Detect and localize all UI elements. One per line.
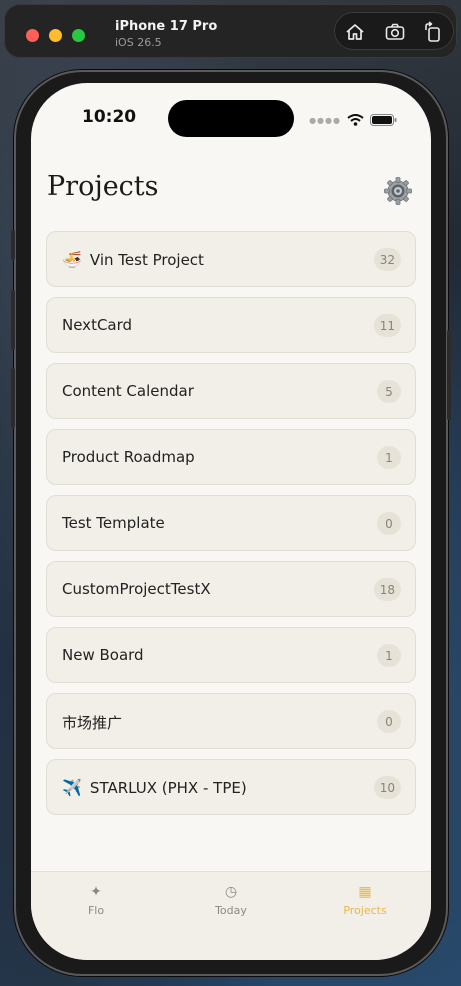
close-window-button[interactable] xyxy=(26,29,39,42)
task-count-badge: 5 xyxy=(377,380,401,403)
task-count-badge: 18 xyxy=(373,578,401,601)
page-title: Projects xyxy=(47,171,159,202)
phone-frame: 10:20 ●●●● Projects 🍜 Vin Test Project 3… xyxy=(11,70,451,976)
screenshot-icon[interactable] xyxy=(384,21,406,43)
project-name: STARLUX (PHX - TPE) xyxy=(89,778,247,797)
power-button xyxy=(447,330,451,420)
project-title: ✈️ STARLUX (PHX - TPE) xyxy=(62,778,247,797)
task-count-badge: 0 xyxy=(377,710,401,733)
tab-label: Flo xyxy=(87,904,105,917)
task-count-badge: 10 xyxy=(373,776,401,799)
gear-icon[interactable] xyxy=(383,176,413,206)
project-name: Product Roadmap xyxy=(62,448,195,466)
project-title: Product Roadmap xyxy=(62,448,195,466)
tab-label: Today xyxy=(215,904,247,917)
task-count-badge: 1 xyxy=(377,446,401,469)
clock-icon: ◷ xyxy=(224,884,238,900)
dynamic-island xyxy=(168,100,294,137)
battery-icon xyxy=(370,111,397,130)
project-title: 🍜 Vin Test Project xyxy=(62,250,204,269)
project-title: Content Calendar xyxy=(62,382,194,400)
project-name: Test Template xyxy=(62,514,165,532)
project-card[interactable]: Content Calendar 5 xyxy=(46,363,416,419)
project-title: New Board xyxy=(62,646,144,664)
tab-label: Projects xyxy=(343,904,387,917)
task-count-badge: 0 xyxy=(377,512,401,535)
tab-bar: ✦ Flo ◷ Today ▦ Projects xyxy=(31,871,431,960)
tab-projects[interactable]: ▦ Projects xyxy=(305,882,425,917)
task-count-badge: 32 xyxy=(373,248,401,271)
signal-icon: ●●●● xyxy=(309,116,341,125)
home-icon[interactable] xyxy=(344,21,366,43)
minimize-window-button[interactable] xyxy=(49,29,62,42)
project-name: 市场推广 xyxy=(62,714,123,732)
sparkle-icon: ✦ xyxy=(90,884,102,900)
project-list: 🍜 Vin Test Project 32 NextCard 11 Conten… xyxy=(46,231,416,825)
simulator-tools xyxy=(334,12,454,50)
task-count-badge: 1 xyxy=(377,644,401,667)
simulator-toolbar: iPhone 17 Pro iOS 26.5 xyxy=(4,4,457,58)
project-emoji: ✈️ xyxy=(62,778,82,797)
project-title: 市场推广 xyxy=(62,712,122,733)
grid-icon: ▦ xyxy=(358,884,372,900)
project-name: Content Calendar xyxy=(62,382,194,400)
project-title: Test Template xyxy=(62,514,165,532)
device-name: iPhone 17 Pro xyxy=(115,19,218,34)
project-name: New Board xyxy=(62,646,144,664)
os-version: iOS 26.5 xyxy=(115,36,162,49)
task-count-badge: 11 xyxy=(373,314,401,337)
project-card[interactable]: ✈️ STARLUX (PHX - TPE) 10 xyxy=(46,759,416,815)
project-card[interactable]: 🍜 Vin Test Project 32 xyxy=(46,231,416,287)
project-emoji: 🍜 xyxy=(62,250,82,269)
tab-today[interactable]: ◷ Today xyxy=(171,882,291,917)
project-title: NextCard xyxy=(62,316,132,334)
project-card[interactable]: CustomProjectTestX 18 xyxy=(46,561,416,617)
project-name: NextCard xyxy=(62,316,133,334)
project-card[interactable]: 市场推广 0 xyxy=(46,693,416,749)
rotate-icon[interactable] xyxy=(422,21,444,43)
project-card[interactable]: Product Roadmap 1 xyxy=(46,429,416,485)
project-name: Vin Test Project xyxy=(89,250,204,269)
project-card[interactable]: New Board 1 xyxy=(46,627,416,683)
volume-up-button xyxy=(11,290,15,350)
app-screen: 10:20 ●●●● Projects 🍜 Vin Test Project 3… xyxy=(31,83,431,960)
action-button xyxy=(11,230,15,260)
status-time: 10:20 xyxy=(82,107,137,127)
project-card[interactable]: Test Template 0 xyxy=(46,495,416,551)
volume-down-button xyxy=(11,368,15,428)
status-icons: ●●●● xyxy=(309,111,397,130)
project-name: CustomProjectTestX xyxy=(62,580,211,598)
project-title: CustomProjectTestX xyxy=(62,580,211,598)
wifi-icon xyxy=(347,111,364,130)
tab-flo[interactable]: ✦ Flo xyxy=(36,882,156,917)
project-card[interactable]: NextCard 11 xyxy=(46,297,416,353)
zoom-window-button[interactable] xyxy=(72,29,85,42)
